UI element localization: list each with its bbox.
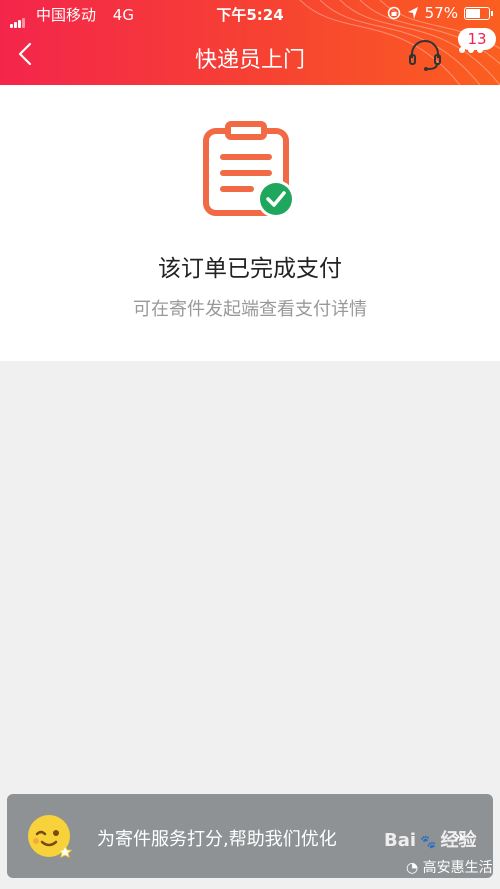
message-count-badge[interactable]: 13 — [458, 28, 496, 50]
customer-service-headset-icon[interactable] — [408, 38, 442, 72]
location-arrow-icon — [407, 7, 418, 19]
account-watermark: ◔ 高安惠生活 — [406, 857, 493, 877]
battery-percent: 57% — [424, 4, 458, 22]
watermark-brand2: 经验 — [440, 830, 477, 851]
watermark-brand: Bai — [384, 830, 417, 851]
account-name: 高安惠生活 — [422, 860, 493, 876]
wink-face-icon — [28, 815, 73, 858]
status-right: 57% — [387, 4, 493, 22]
status-bar: 中国移动 4G 下午5:24 57% — [0, 0, 500, 28]
payment-complete-title: 该订单已完成支付 — [158, 256, 342, 282]
lock-rotation-icon — [387, 6, 400, 20]
battery-icon — [464, 6, 493, 20]
nav-bar: 快递员上门 13 — [0, 28, 500, 85]
baidu-watermark: Bai 🐾 经验 — [384, 826, 477, 852]
payment-detail-hint: 可在寄件发起端查看支付详情 — [133, 299, 367, 320]
top-header: 中国移动 4G 下午5:24 57% 快递员上门 13 — [0, 0, 500, 85]
order-status-card: 该订单已完成支付 可在寄件发起端查看支付详情 — [0, 85, 500, 361]
wechat-icon: ◔ — [406, 860, 419, 876]
baidu-paw-icon: 🐾 — [420, 835, 437, 850]
clipboard-check-icon — [203, 121, 295, 218]
rating-prompt-text: 为寄件服务打分,帮助我们优化 — [97, 829, 337, 850]
